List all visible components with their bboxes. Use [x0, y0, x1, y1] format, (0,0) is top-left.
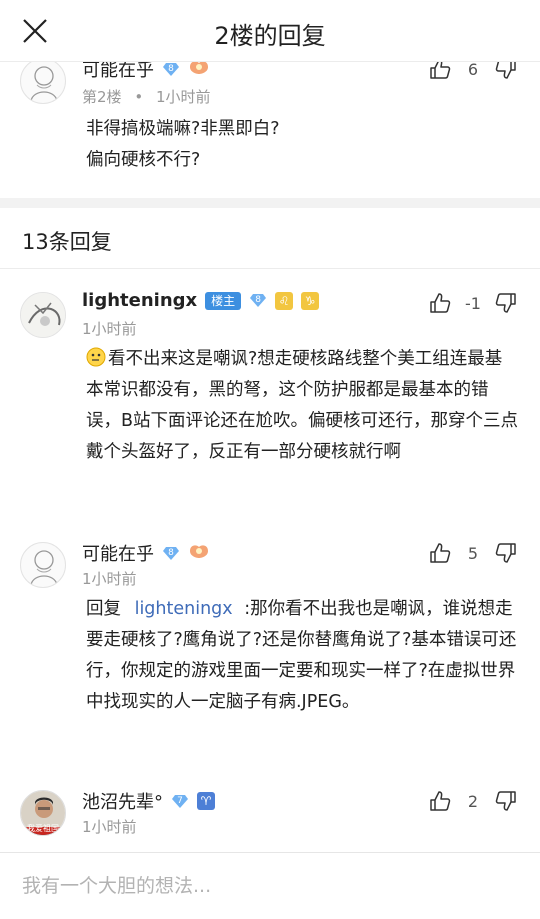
thumbs-down-icon[interactable]: [494, 291, 518, 315]
vote-actions: 6: [428, 62, 518, 82]
replies-count: 13条回复: [22, 230, 112, 254]
top-bar: 2楼的回复: [0, 0, 540, 62]
like-count: 2: [467, 791, 479, 811]
avatar[interactable]: 我爱祖国: [20, 790, 66, 836]
post-time: 1小时前: [155, 88, 211, 106]
aries-zodiac-icon: ♈: [197, 792, 215, 810]
username[interactable]: 池沼先辈°: [82, 788, 163, 814]
level-diamond-icon: 7: [171, 794, 189, 809]
reply-author[interactable]: lighteningx 楼主 8 ♌ ♑: [82, 290, 320, 311]
username[interactable]: lighteningx: [82, 290, 197, 311]
reply-author[interactable]: 可能在乎 8: [82, 540, 210, 566]
thumbs-down-icon[interactable]: [494, 62, 518, 81]
vote-actions: 2: [428, 788, 518, 814]
post-meta: 第2楼 • 1小时前: [82, 88, 211, 106]
reply-time: 1小时前: [82, 570, 137, 588]
post-content: 非得搞极端嘛?非黑即白? 偏向硬核不行?: [86, 119, 280, 170]
avatar[interactable]: [20, 292, 66, 338]
thinking-emoji-icon: [86, 347, 108, 367]
reply-time: 1小时前: [82, 320, 137, 338]
sketch-avatar-icon: [30, 66, 58, 102]
level-diamond-icon: 8: [249, 293, 267, 308]
sketch-avatar-icon: [21, 293, 65, 337]
vote-actions: -1: [428, 290, 518, 316]
mention-link[interactable]: lighteningx: [135, 599, 233, 619]
reply-content: 看不出来这是嘲讽?想走硬核路线整个美工组连最基本常识都没有，黑的弩，这个防护服都…: [86, 347, 519, 462]
level-diamond-icon: 8: [162, 62, 180, 77]
bonus-icon: [188, 542, 210, 565]
avatar[interactable]: [20, 62, 66, 104]
avatar[interactable]: [20, 542, 66, 588]
sketch-avatar-icon: [30, 550, 58, 586]
like-count: 6: [467, 62, 479, 79]
level-diamond-icon: 8: [162, 546, 180, 561]
section-divider: [0, 198, 540, 208]
like-count: 5: [467, 543, 479, 563]
avatar-caption: 我爱祖国: [27, 824, 59, 833]
reply-prefix: 回复: [86, 599, 121, 619]
capricorn-zodiac-icon: ♑: [301, 291, 320, 310]
leo-zodiac-icon: ♌: [275, 291, 294, 310]
thumbs-up-icon[interactable]: [428, 291, 452, 315]
thumbs-up-icon[interactable]: [428, 62, 452, 81]
thumbs-down-icon[interactable]: [494, 541, 518, 565]
reply-content: 回复 lighteningx :那你看不出我也是嘲讽，谁说想走要走硬核了?鹰角说…: [86, 599, 517, 712]
thumbs-up-icon[interactable]: [428, 541, 452, 565]
post-author[interactable]: 可能在乎 8: [82, 62, 210, 82]
parent-post: 可能在乎 8 第2楼 • 1小时前 6 非得搞极端嘛?非黑即白? 偏向硬核不行?: [0, 62, 540, 198]
thumbs-down-icon[interactable]: [494, 789, 518, 813]
reply-author[interactable]: 池沼先辈° 7 ♈: [82, 788, 215, 814]
like-count: -1: [465, 293, 481, 313]
vote-actions: 5: [428, 540, 518, 566]
bonus-icon: [188, 62, 210, 81]
thumbs-up-icon[interactable]: [428, 789, 452, 813]
floor-label: 第2楼: [82, 88, 122, 106]
host-badge: 楼主: [205, 291, 242, 310]
username[interactable]: 可能在乎: [82, 540, 154, 566]
reply-input-bar: [0, 852, 540, 919]
reply-input[interactable]: [22, 869, 518, 903]
reply-time: 1小时前: [82, 818, 137, 836]
username[interactable]: 可能在乎: [82, 62, 154, 82]
page-title: 2楼的回复: [214, 22, 326, 50]
divider: [0, 268, 540, 269]
